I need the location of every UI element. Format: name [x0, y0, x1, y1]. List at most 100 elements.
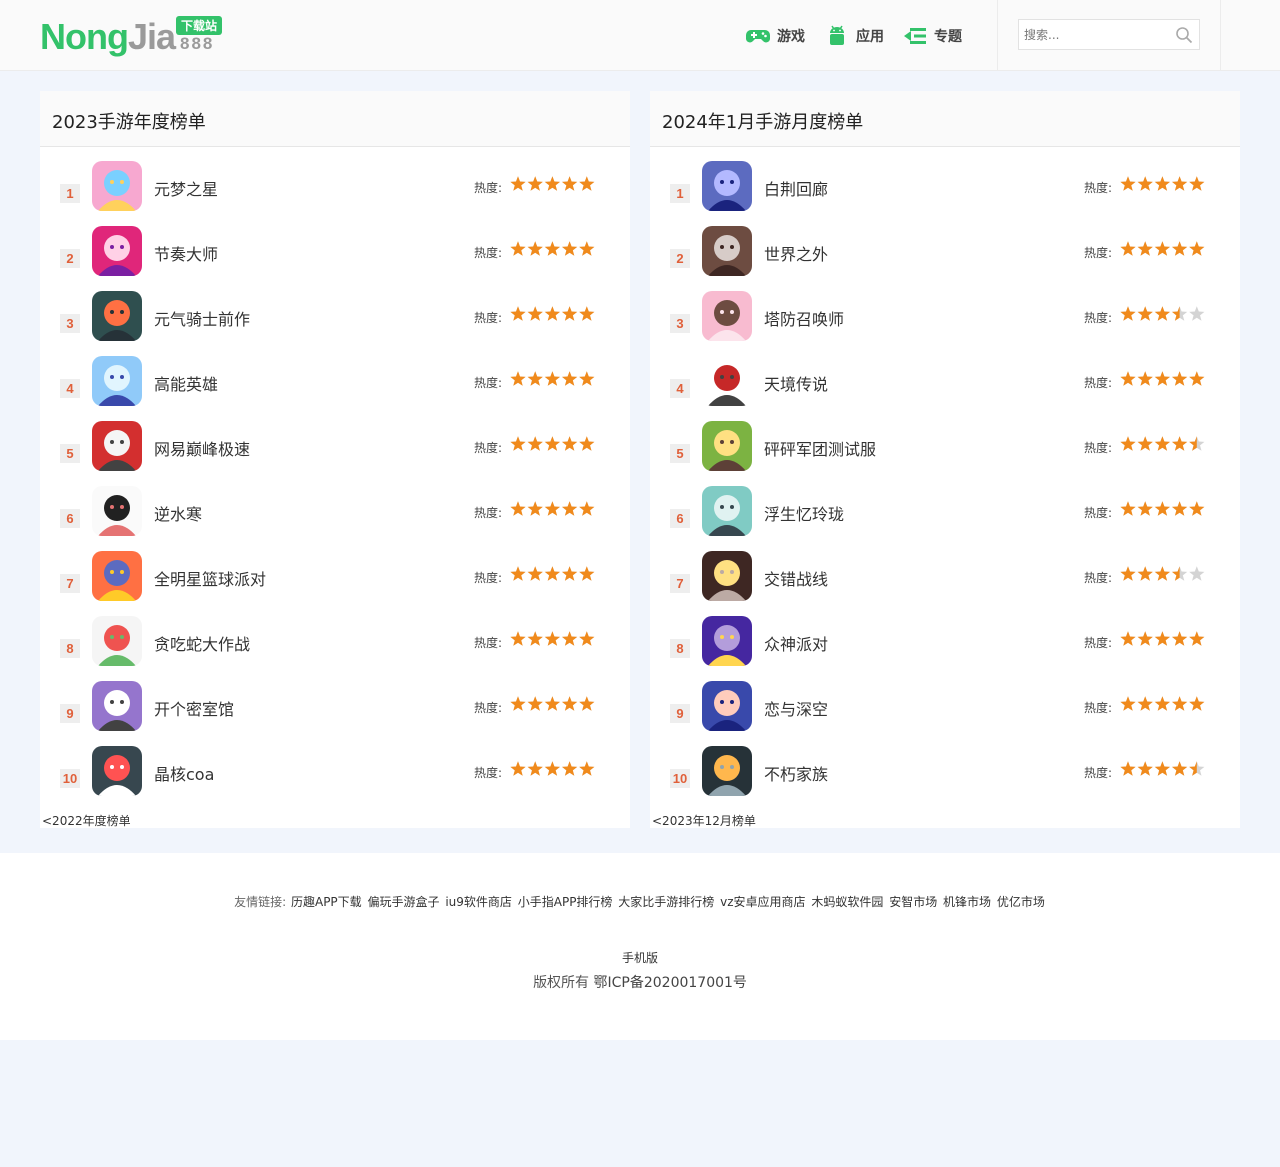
ranking-item[interactable]: 5 砰砰军团测试服 热度: — [650, 421, 1240, 486]
ranking-item[interactable]: 1 元梦之星 热度: — [40, 161, 630, 226]
app-name[interactable]: 塔防召唤师 — [764, 306, 844, 330]
app-name[interactable]: 全明星篮球派对 — [154, 566, 266, 590]
star-filled-icon — [1137, 241, 1153, 256]
star-filled-icon — [510, 176, 526, 191]
icp-number[interactable]: 鄂ICP备2020017001号 — [594, 975, 747, 991]
app-name[interactable]: 世界之外 — [764, 241, 828, 265]
ranking-item[interactable]: 3 元气骑士前作 热度: — [40, 291, 630, 356]
app-icon[interactable] — [92, 291, 142, 341]
app-name[interactable]: 网易巅峰极速 — [154, 436, 250, 460]
app-name[interactable]: 逆水寒 — [154, 501, 202, 525]
app-icon[interactable] — [702, 551, 752, 601]
app-name[interactable]: 恋与深空 — [764, 696, 828, 720]
rank-number: 3 — [670, 314, 690, 333]
star-filled-icon — [1154, 696, 1171, 711]
ranking-item[interactable]: 4 高能英雄 热度: — [40, 356, 630, 421]
ranking-item[interactable]: 2 节奏大师 热度: — [40, 226, 630, 291]
app-icon[interactable] — [702, 356, 752, 406]
friend-link[interactable]: iu9软件商店 — [445, 895, 512, 909]
app-icon[interactable] — [92, 226, 142, 276]
ranking-item[interactable]: 9 恋与深空 热度: — [650, 681, 1240, 746]
app-name[interactable]: 节奏大师 — [154, 241, 218, 265]
popularity-label: 热度: — [1084, 701, 1113, 715]
app-icon[interactable] — [92, 356, 142, 406]
rank-number: 10 — [60, 769, 80, 788]
ranking-item[interactable]: 8 贪吃蛇大作战 热度: — [40, 616, 630, 681]
ranking-item[interactable]: 6 逆水寒 热度: — [40, 486, 630, 551]
ranking-item[interactable]: 4 天境传说 热度: — [650, 356, 1240, 421]
ranking-item[interactable]: 10 晶核coa 热度: — [40, 746, 630, 811]
ranking-item[interactable]: 2 世界之外 热度: — [650, 226, 1240, 291]
friend-link[interactable]: 机锋市场 — [943, 895, 991, 909]
app-icon[interactable] — [92, 161, 142, 211]
app-icon[interactable] — [702, 421, 752, 471]
app-name[interactable]: 元梦之星 — [154, 176, 218, 200]
mobile-version-link[interactable]: 手机版 — [0, 949, 1280, 966]
star-filled-icon — [561, 631, 578, 646]
app-name[interactable]: 开个密室馆 — [154, 696, 234, 720]
popularity-rating — [510, 696, 596, 712]
app-icon[interactable] — [92, 746, 142, 796]
ranking-item[interactable]: 10 不朽家族 热度: — [650, 746, 1240, 811]
app-name[interactable]: 浮生忆玲珑 — [764, 501, 844, 525]
app-icon[interactable] — [702, 291, 752, 341]
search-icon[interactable] — [1175, 26, 1193, 44]
star-filled-icon — [527, 696, 543, 711]
app-icon[interactable] — [702, 486, 752, 536]
ranking-item[interactable]: 3 塔防召唤师 热度: — [650, 291, 1240, 356]
app-icon[interactable] — [92, 616, 142, 666]
friend-link[interactable]: 安智市场 — [889, 895, 937, 909]
star-empty-icon — [1189, 566, 1205, 581]
friend-link[interactable]: 木蚂蚁软件园 — [811, 895, 883, 909]
site-footer: 友情链接: 历趣APP下载 偏玩手游盒子 iu9软件商店 小手指APP排行榜 大… — [0, 853, 1280, 1040]
app-icon[interactable] — [92, 486, 142, 536]
ranking-item[interactable]: 6 浮生忆玲珑 热度: — [650, 486, 1240, 551]
app-name[interactable]: 晶核coa — [154, 761, 214, 785]
popularity-label: 热度: — [474, 766, 503, 780]
app-icon[interactable] — [702, 161, 752, 211]
app-name[interactable]: 贪吃蛇大作战 — [154, 631, 250, 655]
app-name[interactable]: 砰砰军团测试服 — [764, 436, 876, 460]
ranking-list: 1 元梦之星 热度: 2 节奏大师 热度: 3 元气骑士前作 热度: 4 高能英雄 热度: 5 网易巅峰极… — [40, 161, 630, 811]
app-icon[interactable] — [702, 746, 752, 796]
app-name[interactable]: 元气骑士前作 — [154, 306, 250, 330]
nav-topics[interactable]: 专题 — [902, 22, 962, 50]
nav-apps[interactable]: 应用 — [824, 22, 884, 50]
app-name[interactable]: 天境传说 — [764, 371, 828, 395]
ranking-item[interactable]: 8 众神派对 热度: — [650, 616, 1240, 681]
friend-link[interactable]: vz安卓应用商店 — [720, 895, 805, 909]
search-input[interactable] — [1019, 20, 1169, 49]
ranking-item[interactable]: 5 网易巅峰极速 热度: — [40, 421, 630, 486]
star-filled-icon — [1171, 436, 1188, 451]
star-filled-icon — [579, 241, 595, 256]
previous-ranking-link[interactable]: <2023年12月榜单 — [652, 812, 756, 829]
friend-link[interactable]: 优亿市场 — [997, 895, 1045, 909]
copyright-text: 版权所有 — [533, 975, 590, 991]
popularity-rating — [510, 761, 596, 777]
ranking-item[interactable]: 7 交错战线 热度: — [650, 551, 1240, 616]
app-name[interactable]: 交错战线 — [764, 566, 828, 590]
app-name[interactable]: 众神派对 — [764, 631, 828, 655]
previous-ranking-link[interactable]: <2022年度榜单 — [42, 812, 131, 829]
friend-link[interactable]: 小手指APP排行榜 — [518, 895, 613, 909]
nav-games[interactable]: 游戏 — [745, 22, 805, 50]
star-filled-icon — [544, 696, 561, 711]
app-name[interactable]: 高能英雄 — [154, 371, 218, 395]
popularity-label: 热度: — [474, 311, 503, 325]
app-icon[interactable] — [92, 421, 142, 471]
app-icon[interactable] — [702, 616, 752, 666]
rank-number: 2 — [60, 249, 80, 268]
app-name[interactable]: 白荆回廊 — [764, 176, 828, 200]
app-icon[interactable] — [702, 226, 752, 276]
friend-link[interactable]: 偏玩手游盒子 — [368, 895, 440, 909]
ranking-item[interactable]: 7 全明星篮球派对 热度: — [40, 551, 630, 616]
ranking-item[interactable]: 1 白荆回廊 热度: — [650, 161, 1240, 226]
star-filled-icon — [561, 761, 578, 776]
friend-link[interactable]: 历趣APP下载 — [291, 895, 362, 909]
app-icon[interactable] — [702, 681, 752, 731]
ranking-item[interactable]: 9 开个密室馆 热度: — [40, 681, 630, 746]
app-name[interactable]: 不朽家族 — [764, 761, 828, 785]
app-icon[interactable] — [92, 681, 142, 731]
app-icon[interactable] — [92, 551, 142, 601]
friend-link[interactable]: 大家比手游排行榜 — [618, 895, 714, 909]
